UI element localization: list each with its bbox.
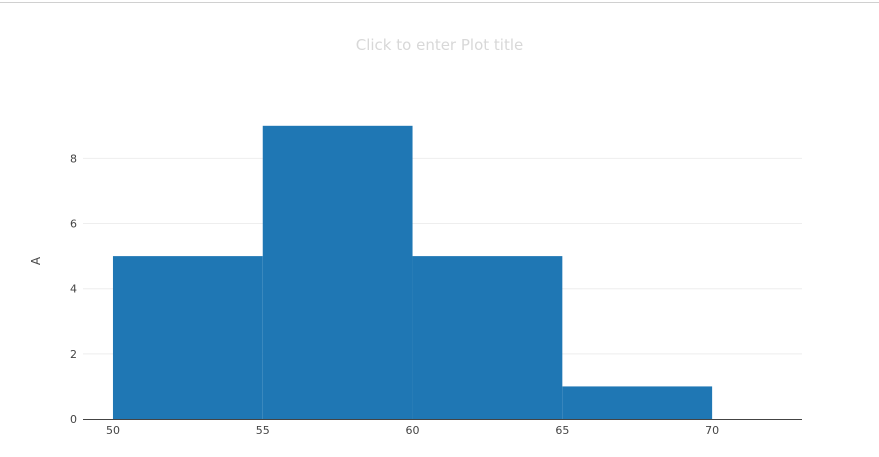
histogram-bar-3[interactable] [562, 386, 713, 419]
y-tick-label-8: 8 [70, 152, 77, 165]
histogram-chart: 50 55 60 65 70 0 2 4 6 8 A [29, 125, 802, 437]
y-axis-title[interactable]: A [29, 256, 43, 265]
histogram-bar-2[interactable] [412, 256, 563, 419]
x-tick-label-70: 70 [705, 424, 719, 437]
y-ticks: 0 2 4 6 8 [70, 152, 77, 426]
y-tick-label-6: 6 [70, 218, 77, 231]
y-tick-label-4: 4 [70, 283, 77, 296]
x-tick-label-65: 65 [555, 424, 569, 437]
histogram-bar-0[interactable] [112, 256, 263, 419]
x-tick-label-50: 50 [106, 424, 120, 437]
x-ticks: 50 55 60 65 70 [106, 424, 719, 437]
y-tick-label-2: 2 [70, 348, 77, 361]
x-tick-label-55: 55 [256, 424, 270, 437]
histogram-bar-1[interactable] [262, 125, 413, 419]
bars [112, 125, 713, 419]
y-tick-label-0: 0 [70, 413, 77, 426]
x-tick-label-60: 60 [406, 424, 420, 437]
